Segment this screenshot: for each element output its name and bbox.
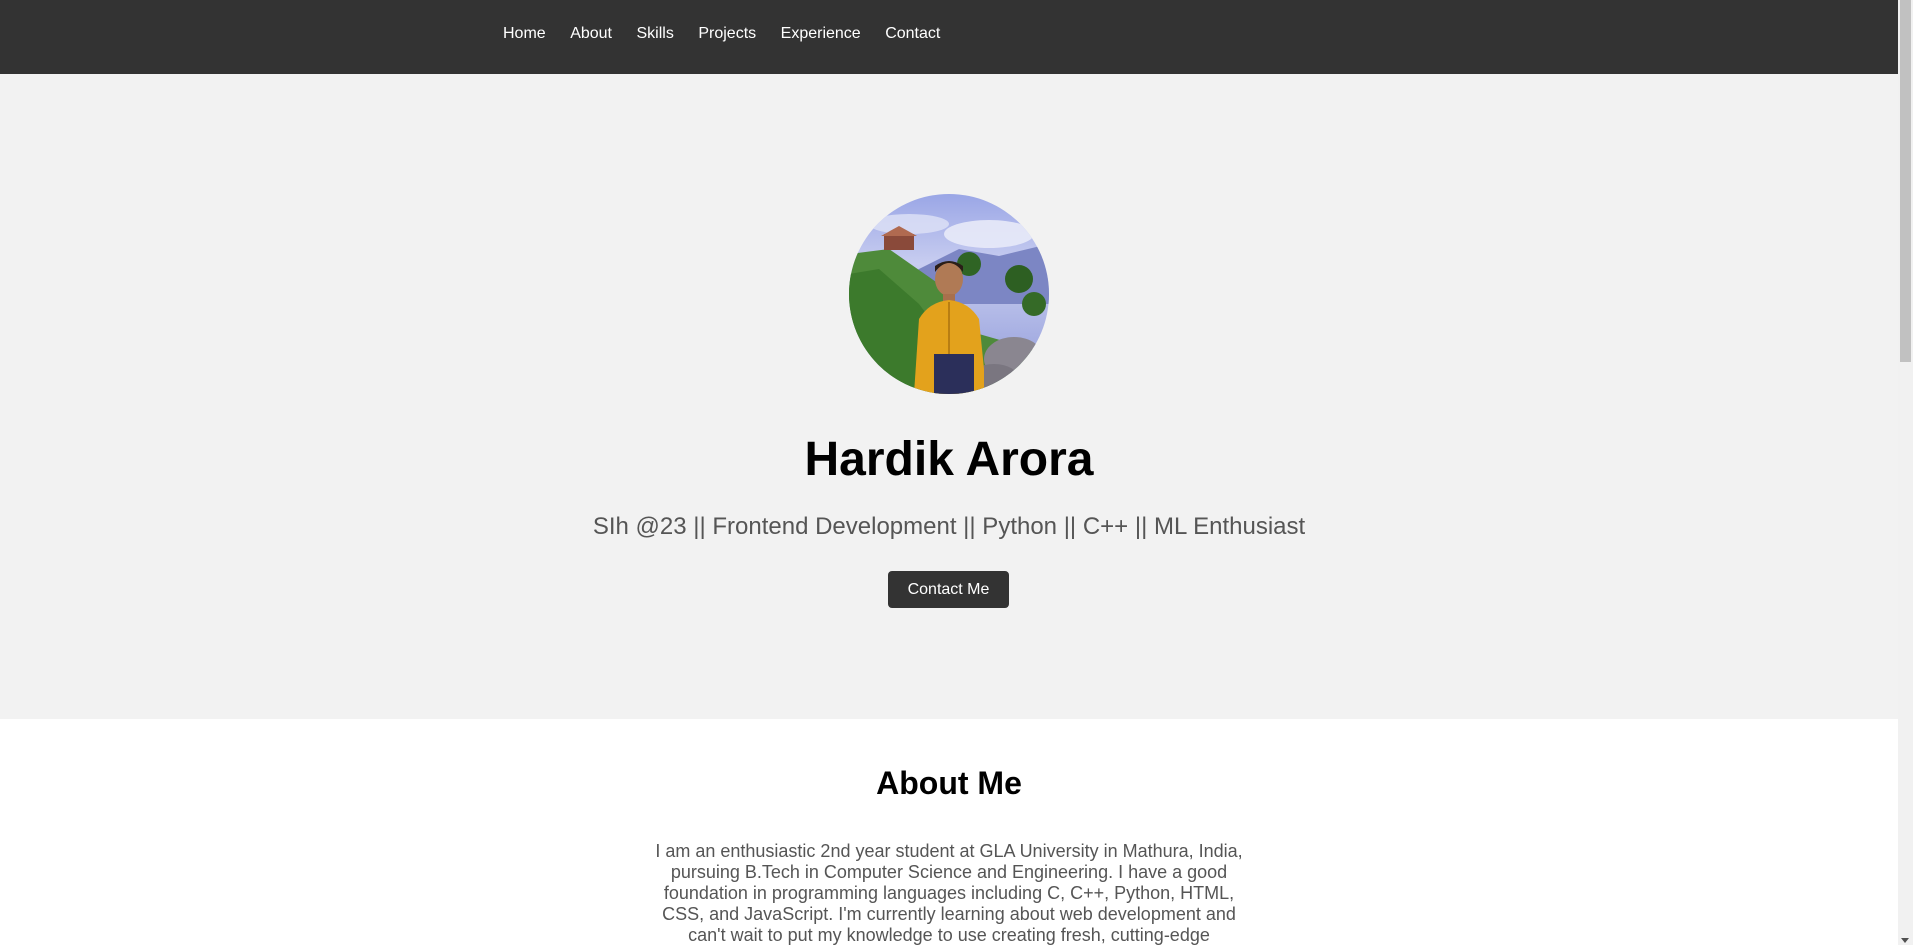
about-section: About Me I am an enthusiastic 2nd year s… — [0, 719, 1898, 945]
profile-photo — [849, 194, 1049, 394]
nav-link-experience[interactable]: Experience — [781, 25, 861, 42]
navbar: Home About Skills Projects Experience Co… — [0, 0, 1898, 74]
scrollbar-thumb[interactable] — [1900, 0, 1911, 362]
contact-me-button[interactable]: Contact Me — [888, 571, 1009, 608]
about-text: I am an enthusiastic 2nd year student at… — [655, 841, 1243, 945]
nav-link-about[interactable]: About — [570, 25, 612, 42]
nav-link-home[interactable]: Home — [503, 25, 546, 42]
nav-link-skills[interactable]: Skills — [637, 25, 674, 42]
hero-name: Hardik Arora — [804, 433, 1094, 486]
page-scrollbar[interactable] — [1898, 0, 1913, 945]
profile-photo-illustration — [849, 194, 1049, 394]
hero-section: Hardik Arora SIh @23 || Frontend Develop… — [0, 74, 1898, 719]
nav-link-contact[interactable]: Contact — [885, 25, 940, 42]
scroll-down-arrow-icon[interactable] — [1901, 938, 1909, 943]
page: Home About Skills Projects Experience Co… — [0, 0, 1898, 945]
nav-list: Home About Skills Projects Experience Co… — [503, 24, 965, 44]
about-title: About Me — [876, 765, 1022, 801]
nav-link-projects[interactable]: Projects — [698, 25, 756, 42]
hero-tagline: SIh @23 || Frontend Development || Pytho… — [592, 513, 1306, 540]
